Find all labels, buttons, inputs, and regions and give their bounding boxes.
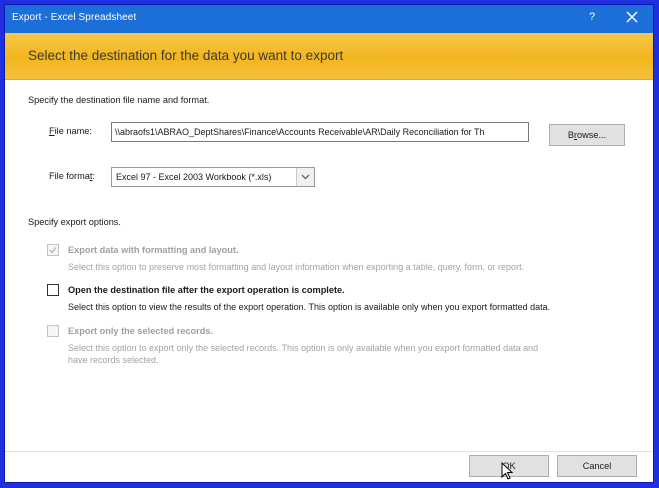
browse-button[interactable]: Browse... [549, 124, 625, 146]
close-icon[interactable] [624, 9, 640, 25]
formatting-option-label: Export data with formatting and layout. [68, 245, 239, 255]
help-button[interactable]: ? [585, 11, 599, 23]
file-format-select[interactable]: Excel 97 - Excel 2003 Workbook (*.xls) [111, 167, 315, 187]
file-name-label-text: ile name: [54, 126, 92, 136]
file-format-label: File format: [49, 171, 95, 181]
file-format-label-colon: : [92, 171, 95, 181]
selected-records-checkbox[interactable] [47, 325, 59, 337]
selected-records-option-description-line2: have records selected. [68, 355, 159, 365]
file-format-label-text: File forma [49, 171, 90, 181]
selected-records-option-label: Export only the selected records. [68, 326, 214, 336]
title-bar: Export - Excel Spreadsheet ? [5, 5, 653, 33]
destination-section-label: Specify the destination file name and fo… [28, 95, 210, 105]
dropdown-button[interactable] [296, 168, 314, 186]
chevron-down-icon [301, 174, 310, 180]
cancel-button[interactable]: Cancel [557, 455, 637, 477]
export-options-section-label: Specify export options. [28, 217, 121, 227]
file-name-label: File name: [49, 126, 92, 136]
formatting-checkbox[interactable] [47, 244, 59, 256]
open-destination-option-label: Open the destination file after the expo… [68, 285, 345, 295]
window-title: Export - Excel Spreadsheet [12, 12, 137, 23]
export-dialog: Export - Excel Spreadsheet ? Select the … [4, 4, 654, 483]
open-destination-checkbox[interactable] [47, 284, 59, 296]
checkmark-icon [49, 247, 57, 254]
file-format-value: Excel 97 - Excel 2003 Workbook (*.xls) [116, 172, 272, 182]
open-destination-option-description: Select this option to view the results o… [68, 302, 551, 312]
header-banner: Select the destination for the data you … [5, 33, 653, 80]
file-name-input[interactable]: \\abraofs1\ABRAO_DeptShares\Finance\Acco… [111, 122, 529, 142]
formatting-option-description: Select this option to preserve most form… [68, 262, 525, 272]
selected-records-option-description-line1: Select this option to export only the se… [68, 343, 539, 353]
banner-heading: Select the destination for the data you … [28, 48, 344, 63]
mouse-pointer-icon [501, 462, 514, 480]
browse-label-end: owse... [577, 130, 607, 140]
footer-divider [5, 451, 653, 452]
